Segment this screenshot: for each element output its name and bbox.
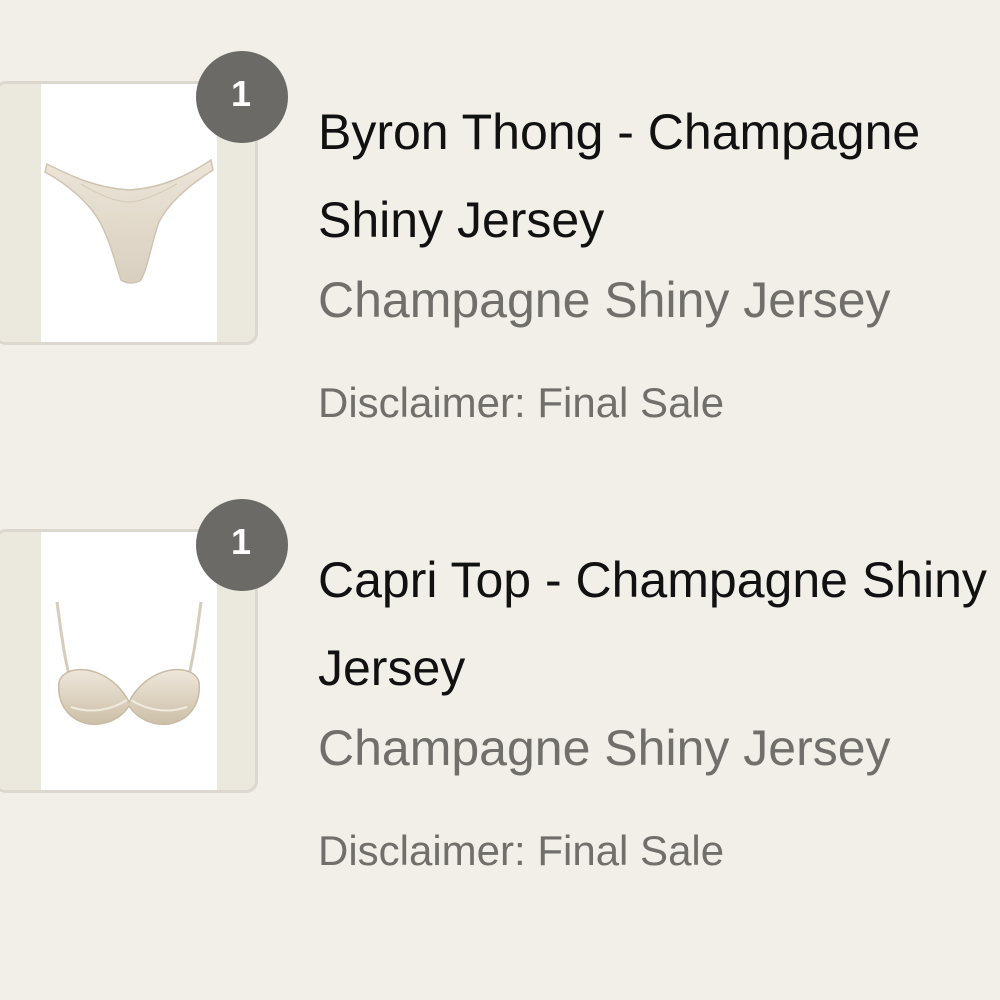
final-sale-disclaimer: Disclaimer: Final Sale xyxy=(318,827,725,874)
cart-line-item: 1 Capri Top - Champagne Shiny Jersey Cha… xyxy=(0,496,1000,896)
quantity-badge: 1 xyxy=(196,51,288,143)
thong-product-image xyxy=(41,84,217,342)
product-name[interactable]: Byron Thong - Champagne Shiny Jersey xyxy=(318,88,1000,264)
product-variant: Champagne Shiny Jersey xyxy=(318,720,891,776)
quantity-badge: 1 xyxy=(196,499,288,591)
product-name[interactable]: Capri Top - Champagne Shiny Jersey xyxy=(318,536,1000,712)
product-variant: Champagne Shiny Jersey xyxy=(318,272,891,328)
bra-top-product-image xyxy=(41,532,217,790)
final-sale-disclaimer: Disclaimer: Final Sale xyxy=(318,379,725,426)
cart-line-item: 1 Byron Thong - Champagne Shiny Jersey C… xyxy=(0,48,1000,448)
